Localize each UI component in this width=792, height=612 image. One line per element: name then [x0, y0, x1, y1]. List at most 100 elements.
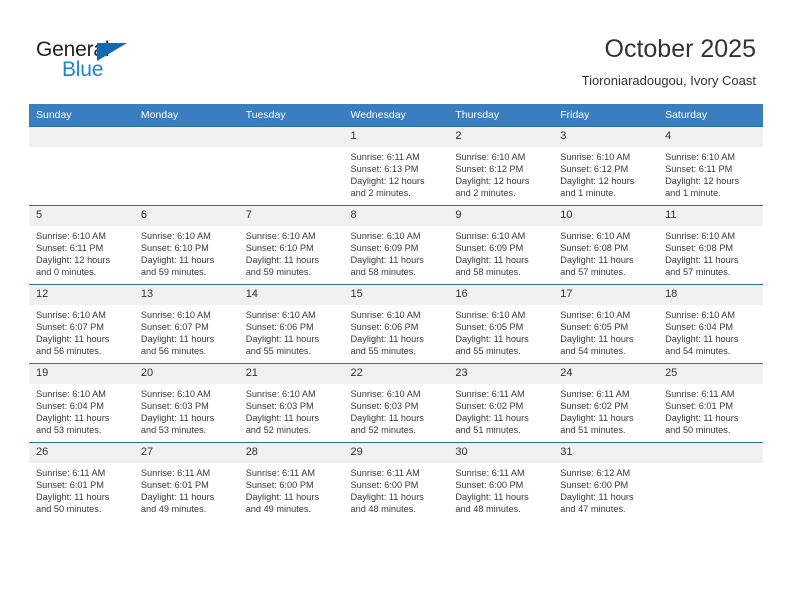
calendar-day-cell[interactable]: 11 Sunrise: 6:10 AM Sunset: 6:08 PM Dayligh…: [658, 205, 763, 285]
calendar-day-cell[interactable]: 2 Sunrise: 6:10 AM Sunset: 6:12 PM Daylight…: [448, 126, 554, 206]
calendar-day-cell[interactable]: 16 Sunrise: 6:10 AM Sunset: 6:05 PM Dayligh…: [448, 284, 554, 364]
calendar-day-cell[interactable]: 22 Sunrise: 6:10 AM Sunset: 6:03 PM Dayligh…: [343, 363, 449, 443]
calendar-day-cell[interactable]: 20 Sunrise: 6:10 AM Sunset: 6:03 PM Dayligh…: [133, 363, 239, 443]
day-details: Sunrise: 6:10 AM Sunset: 6:05 PM Daylight:…: [448, 305, 553, 357]
calendar-day-cell[interactable]: 13 Sunrise: 6:10 AM Sunset: 6:07 PM Dayligh…: [133, 284, 239, 364]
calendar-day-cell[interactable]: 19 Sunrise: 6:10 AM Sunset: 6:04 PM Dayligh…: [29, 363, 134, 443]
daylight-text-line2: and 58 minutes.: [350, 267, 416, 278]
daylight-text-line1: Daylight: 11 hours: [36, 413, 110, 424]
daylight-text-line1: Daylight: 11 hours: [455, 334, 529, 345]
calendar-day-cell[interactable]: 30 Sunrise: 6:11 AM Sunset: 6:00 PM Dayligh…: [448, 442, 554, 521]
logo-text-blue: Blue: [62, 58, 104, 81]
sunset-text: Sunset: 6:13 PM: [350, 164, 419, 175]
daylight-text-line2: and 1 minute.: [560, 188, 616, 199]
calendar-day-cell[interactable]: 23 Sunrise: 6:11 AM Sunset: 6:02 PM Dayligh…: [448, 363, 554, 443]
calendar-day-cell[interactable]: 29 Sunrise: 6:11 AM Sunset: 6:00 PM Dayligh…: [343, 442, 449, 521]
sunrise-text: Sunrise: 6:10 AM: [665, 152, 736, 162]
sunrise-text: Sunrise: 6:10 AM: [36, 389, 106, 399]
daylight-text-line1: Daylight: 11 hours: [560, 492, 634, 503]
page-header: General Blue October 2025 Tioroniaradoug…: [0, 0, 792, 100]
calendar-day-cell[interactable]: 26 Sunrise: 6:11 AM Sunset: 6:01 PM Dayligh…: [29, 442, 134, 521]
sunset-text: Sunset: 6:07 PM: [36, 322, 104, 333]
calendar-day-cell[interactable]: 3 Sunrise: 6:10 AM Sunset: 6:12 PM Daylight…: [553, 126, 659, 206]
daylight-text-line2: and 49 minutes.: [245, 504, 312, 515]
calendar-empty-cell: [29, 126, 134, 206]
sunrise-text: Sunrise: 6:11 AM: [455, 468, 525, 478]
calendar-day-cell[interactable]: 4 Sunrise: 6:10 AM Sunset: 6:11 PM Daylight…: [658, 126, 763, 206]
day-details: Sunrise: 6:10 AM Sunset: 6:10 PM Daylight:…: [239, 226, 344, 278]
sunset-text: Sunset: 6:01 PM: [36, 480, 104, 491]
general-blue-logo[interactable]: General Blue: [36, 38, 166, 88]
sunset-text: Sunset: 6:03 PM: [350, 401, 419, 412]
daylight-text-line1: Daylight: 11 hours: [350, 492, 424, 503]
day-number: 17: [553, 285, 659, 305]
calendar-empty-cell: [238, 126, 344, 206]
calendar-day-cell[interactable]: 18 Sunrise: 6:10 AM Sunset: 6:04 PM Dayligh…: [658, 284, 763, 364]
day-details: Sunrise: 6:11 AM Sunset: 6:02 PM Daylight:…: [448, 384, 553, 436]
day-number: 23: [448, 364, 554, 384]
sunrise-text: Sunrise: 6:11 AM: [560, 389, 630, 399]
daylight-text-line2: and 54 minutes.: [560, 346, 626, 357]
calendar-day-cell[interactable]: 15 Sunrise: 6:10 AM Sunset: 6:06 PM Dayligh…: [343, 284, 449, 364]
daylight-text-line2: and 50 minutes.: [665, 425, 731, 436]
day-number: 20: [133, 364, 239, 384]
day-details: Sunrise: 6:11 AM Sunset: 6:00 PM Daylight:…: [344, 463, 449, 515]
calendar-day-cell[interactable]: 31 Sunrise: 6:12 AM Sunset: 6:00 PM Dayligh…: [553, 442, 659, 521]
daylight-text-line1: Daylight: 11 hours: [455, 413, 529, 424]
sunrise-text: Sunrise: 6:10 AM: [350, 231, 421, 241]
sunrise-text: Sunrise: 6:10 AM: [560, 231, 631, 241]
day-details: Sunrise: 6:10 AM Sunset: 6:07 PM Daylight:…: [29, 305, 134, 357]
calendar-day-cell[interactable]: 27 Sunrise: 6:11 AM Sunset: 6:01 PM Dayligh…: [133, 442, 239, 521]
calendar-day-cell[interactable]: 21 Sunrise: 6:10 AM Sunset: 6:03 PM Dayligh…: [238, 363, 344, 443]
calendar-day-cell[interactable]: 12 Sunrise: 6:10 AM Sunset: 6:07 PM Dayligh…: [29, 284, 134, 364]
day-details: Sunrise: 6:11 AM Sunset: 6:00 PM Daylight:…: [239, 463, 344, 515]
day-details: Sunrise: 6:10 AM Sunset: 6:06 PM Daylight:…: [344, 305, 449, 357]
daylight-text-line2: and 55 minutes.: [245, 346, 312, 357]
calendar-day-cell[interactable]: 1 Sunrise: 6:11 AM Sunset: 6:13 PM Daylight…: [343, 126, 449, 206]
daylight-text-line1: Daylight: 11 hours: [140, 413, 215, 424]
day-details: Sunrise: 6:10 AM Sunset: 6:10 PM Daylight:…: [134, 226, 239, 278]
daylight-text-line2: and 57 minutes.: [665, 267, 731, 278]
calendar-day-cell[interactable]: 6 Sunrise: 6:10 AM Sunset: 6:10 PM Daylight…: [133, 205, 239, 285]
sunrise-text: Sunrise: 6:11 AM: [350, 152, 420, 162]
calendar-day-cell[interactable]: 28 Sunrise: 6:11 AM Sunset: 6:00 PM Dayligh…: [238, 442, 344, 521]
sunrise-text: Sunrise: 6:10 AM: [245, 231, 316, 241]
day-details: Sunrise: 6:11 AM Sunset: 6:01 PM Daylight:…: [658, 384, 763, 436]
daylight-text-line1: Daylight: 12 hours: [455, 176, 530, 187]
calendar-day-cell[interactable]: 10 Sunrise: 6:10 AM Sunset: 6:08 PM Dayligh…: [553, 205, 659, 285]
daylight-text-line2: and 55 minutes.: [455, 346, 521, 357]
sunset-text: Sunset: 6:12 PM: [560, 164, 629, 175]
weekday-header-saturday: Saturday: [658, 104, 763, 127]
day-number: 3: [553, 127, 659, 147]
day-number: 31: [553, 443, 659, 463]
daylight-text-line1: Daylight: 11 hours: [245, 413, 320, 424]
day-number: 24: [553, 364, 659, 384]
sunset-text: Sunset: 6:01 PM: [665, 401, 733, 412]
day-details: Sunrise: 6:10 AM Sunset: 6:03 PM Daylight:…: [344, 384, 449, 436]
day-details: Sunrise: 6:10 AM Sunset: 6:03 PM Daylight:…: [239, 384, 344, 436]
title-block: October 2025 Tioroniaradougou, Ivory Coa…: [582, 34, 756, 90]
sunrise-text: Sunrise: 6:11 AM: [455, 389, 525, 399]
calendar-day-cell[interactable]: 5 Sunrise: 6:10 AM Sunset: 6:11 PM Daylight…: [29, 205, 134, 285]
day-number: 14: [238, 285, 344, 305]
weekday-header-sunday: Sunday: [29, 104, 134, 127]
day-number: 5: [29, 206, 134, 226]
sunrise-text: Sunrise: 6:10 AM: [560, 310, 631, 320]
calendar-day-cell[interactable]: 17 Sunrise: 6:10 AM Sunset: 6:05 PM Dayligh…: [553, 284, 659, 364]
calendar-day-cell[interactable]: 25 Sunrise: 6:11 AM Sunset: 6:01 PM Dayligh…: [658, 363, 763, 443]
daylight-text-line2: and 51 minutes.: [560, 425, 626, 436]
calendar-day-cell[interactable]: 9 Sunrise: 6:10 AM Sunset: 6:09 PM Daylight…: [448, 205, 554, 285]
calendar-day-cell[interactable]: 7 Sunrise: 6:10 AM Sunset: 6:10 PM Daylight…: [238, 205, 344, 285]
day-details: Sunrise: 6:10 AM Sunset: 6:08 PM Daylight:…: [553, 226, 658, 278]
day-number: [658, 443, 763, 463]
day-number: 2: [448, 127, 554, 147]
daylight-text-line2: and 59 minutes.: [140, 267, 207, 278]
sunrise-text: Sunrise: 6:10 AM: [455, 152, 526, 162]
sunset-text: Sunset: 6:10 PM: [245, 243, 314, 254]
calendar-day-cell[interactable]: 8 Sunrise: 6:10 AM Sunset: 6:09 PM Daylight…: [343, 205, 449, 285]
sunset-text: Sunset: 6:09 PM: [350, 243, 419, 254]
sunset-text: Sunset: 6:02 PM: [455, 401, 524, 412]
calendar-day-cell[interactable]: 24 Sunrise: 6:11 AM Sunset: 6:02 PM Dayligh…: [553, 363, 659, 443]
calendar-day-cell[interactable]: 14 Sunrise: 6:10 AM Sunset: 6:06 PM Dayligh…: [238, 284, 344, 364]
daylight-text-line1: Daylight: 12 hours: [560, 176, 635, 187]
